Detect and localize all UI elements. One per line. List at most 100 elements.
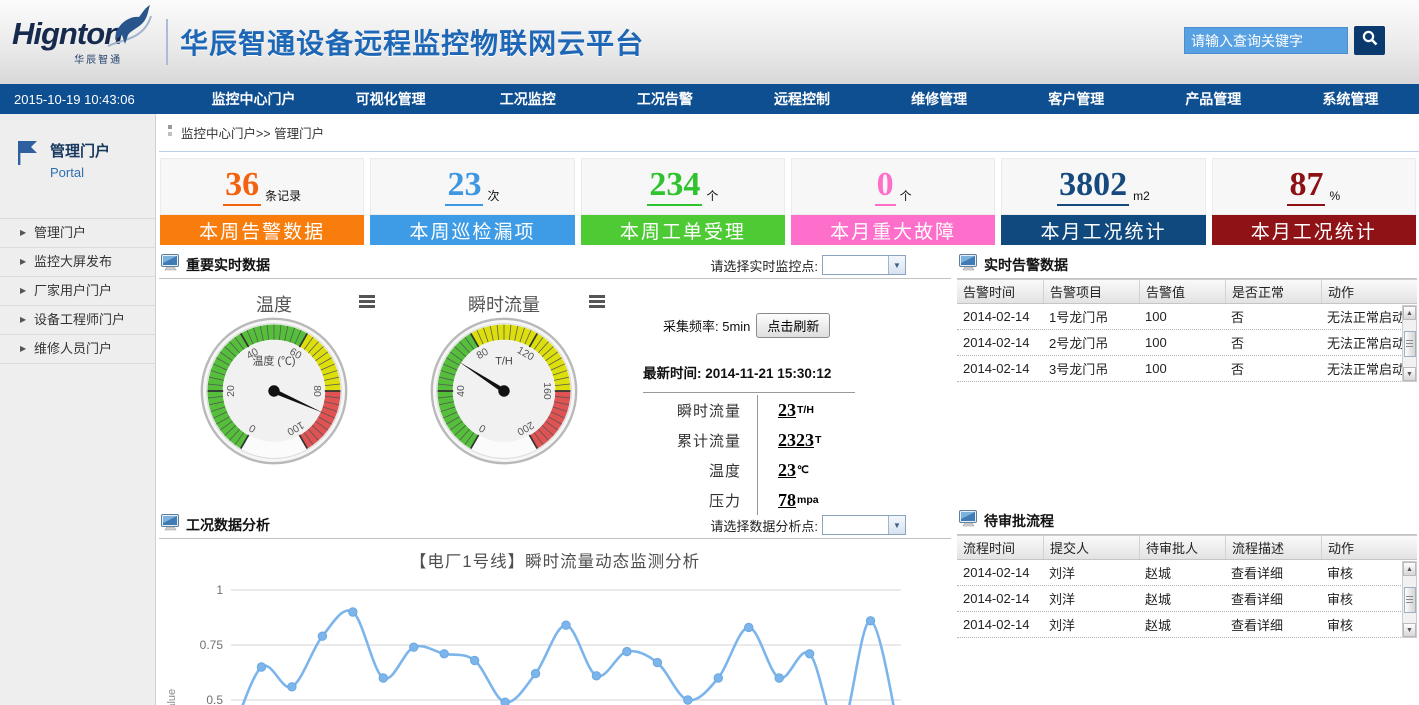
collection-frequency-label: 采集频率: 5min [663,316,750,335]
readout-number: 2323 [778,430,814,451]
stat-card-top: 3802m2 [1001,158,1205,215]
table-header-row: 流程时间提交人待审批人流程描述动作 [957,535,1417,560]
cell: 赵城 [1139,589,1225,608]
breadcrumb[interactable]: 监控中心门户>> 管理门户 [159,114,1419,152]
scrollbar-thumb[interactable] [1404,331,1416,357]
sidebar-item-管理门户[interactable]: ▶管理门户 [0,219,155,248]
triangle-right-icon: ▶ [20,306,26,334]
action-cell[interactable]: 查看详细 [1225,563,1321,582]
gauges: 温度020406080100温度 (℃)瞬时流量04080120160200T/… [159,291,619,507]
stat-value[interactable]: 3802 [1057,168,1129,206]
refresh-button[interactable]: 点击刷新 [756,313,830,338]
stat-value[interactable]: 0 [875,168,896,206]
stat-unit: 个 [900,187,912,204]
nav-item-系统管理[interactable]: 系统管理 [1282,89,1419,109]
sidebar-item-监控大屏发布[interactable]: ▶监控大屏发布 [0,248,155,277]
table-scrollbar[interactable]: ▲▼ [1402,305,1417,382]
scroll-up-icon[interactable]: ▲ [1403,562,1416,576]
nav-item-可视化管理[interactable]: 可视化管理 [322,89,459,109]
analysis-point-select[interactable]: ▼ [822,515,906,535]
cell: 100 [1139,335,1225,350]
cell: 刘洋 [1043,615,1139,634]
sidebar-item-设备工程师门户[interactable]: ▶设备工程师门户 [0,306,155,335]
scroll-up-icon[interactable]: ▲ [1403,306,1416,320]
nav-items: 监控中心门户可视化管理工况监控工况告警远程控制维修管理客户管理产品管理系统管理 [185,89,1419,109]
gauge-title: 温度 [256,291,292,315]
cell: 2014-02-14 [957,565,1043,580]
stat-value[interactable]: 87 [1287,168,1325,206]
stat-card: 23次本周巡检漏项 [370,158,574,245]
cell: 赵城 [1139,615,1225,634]
gauge-瞬时流量: 瞬时流量04080120160200T/H [389,291,619,507]
scrollbar-thumb[interactable] [1404,587,1416,613]
sidebar-item-维修人员门户[interactable]: ▶维修人员门户 [0,335,155,364]
readout-unit: mpa [797,494,819,506]
flag-icon [16,140,40,180]
nav-item-工况告警[interactable]: 工况告警 [596,89,733,109]
table-scrollbar[interactable]: ▲▼ [1402,561,1417,638]
scroll-down-icon[interactable]: ▼ [1403,623,1416,637]
nav-item-产品管理[interactable]: 产品管理 [1145,89,1282,109]
approval-table: 流程时间提交人待审批人流程描述动作2014-02-14刘洋赵城查看详细审核201… [957,535,1417,638]
table-row: 2014-02-14刘洋赵城查看详细审核 [957,560,1417,586]
stat-value[interactable]: 36 [223,168,261,206]
monitor-point-select[interactable]: ▼ [822,255,906,275]
column-header: 流程描述 [1225,536,1321,559]
stat-unit: % [1329,189,1340,203]
action-cell[interactable]: 查看详细 [1225,589,1321,608]
readout-number: 23 [778,460,796,481]
readout-number: 23 [778,400,796,421]
analysis-point-selector-label: 请选择数据分析点: [710,516,818,535]
stat-card-top: 23次 [370,158,574,215]
monitor-icon [959,254,978,276]
nav-item-客户管理[interactable]: 客户管理 [1008,89,1145,109]
cell: 2014-02-14 [957,591,1043,606]
search-input[interactable] [1184,27,1348,54]
cell: 2014-02-14 [957,335,1043,350]
chevron-down-icon[interactable]: ▼ [888,256,905,274]
stat-label-bar: 本月工况统计 [1001,215,1205,245]
readout-value: 23T/H [757,395,814,425]
nav-item-工况监控[interactable]: 工况监控 [459,89,596,109]
svg-text:1: 1 [216,583,223,597]
cell: 100 [1139,309,1225,324]
cell: 赵城 [1139,563,1225,582]
gauge-温度: 温度020406080100温度 (℃) [159,291,389,507]
logo: Hignton 华辰智通 [12,18,122,66]
action-cell[interactable]: 查看详细 [1225,615,1321,634]
panel-title: 待审批流程 [984,511,1054,531]
gauge-title-row: 瞬时流量 [389,291,619,315]
readouts: 瞬时流量23T/H累计流量2323T温度23℃压力78mpa [639,395,951,515]
portal-title: 管理门户 [50,140,110,161]
readout-number: 78 [778,490,796,511]
column-header: 告警时间 [957,280,1043,303]
svg-text:0.75: 0.75 [200,638,224,652]
section-title: 工况数据分析 [186,515,270,535]
scroll-down-icon[interactable]: ▼ [1403,367,1416,381]
svg-text:20: 20 [226,385,237,397]
column-header: 提交人 [1043,536,1139,559]
nav-item-监控中心门户[interactable]: 监控中心门户 [185,89,322,109]
nav-item-远程控制[interactable]: 远程控制 [733,89,870,109]
stat-card-top: 0个 [791,158,995,215]
stat-card-top: 87% [1212,158,1416,215]
stat-card: 234个本周工单受理 [581,158,785,245]
approval-panel: 待审批流程 流程时间提交人待审批人流程描述动作2014-02-14刘洋赵城查看详… [957,508,1417,638]
chevron-down-icon[interactable]: ▼ [888,516,905,534]
search-button[interactable] [1354,26,1385,55]
monitor-icon [959,510,978,532]
stat-value[interactable]: 23 [445,168,483,206]
hamburger-menu-icon[interactable] [589,295,605,310]
nav-item-维修管理[interactable]: 维修管理 [871,89,1008,109]
hamburger-menu-icon[interactable] [359,295,375,310]
gauge-title-row: 温度 [159,291,389,315]
breadcrumb-icon [167,124,174,141]
gauges-area: 温度020406080100温度 (℃)瞬时流量04080120160200T/… [159,279,951,507]
scrollbar-track[interactable] [1403,576,1416,623]
column-header: 告警项目 [1043,280,1139,303]
nav-timestamp: 2015-10-19 10:43:06 [0,92,185,107]
readout-row: 温度23℃ [639,455,951,485]
stat-value[interactable]: 234 [647,168,702,206]
sidebar-item-厂家用户门户[interactable]: ▶厂家用户门户 [0,277,155,306]
scrollbar-track[interactable] [1403,320,1416,367]
